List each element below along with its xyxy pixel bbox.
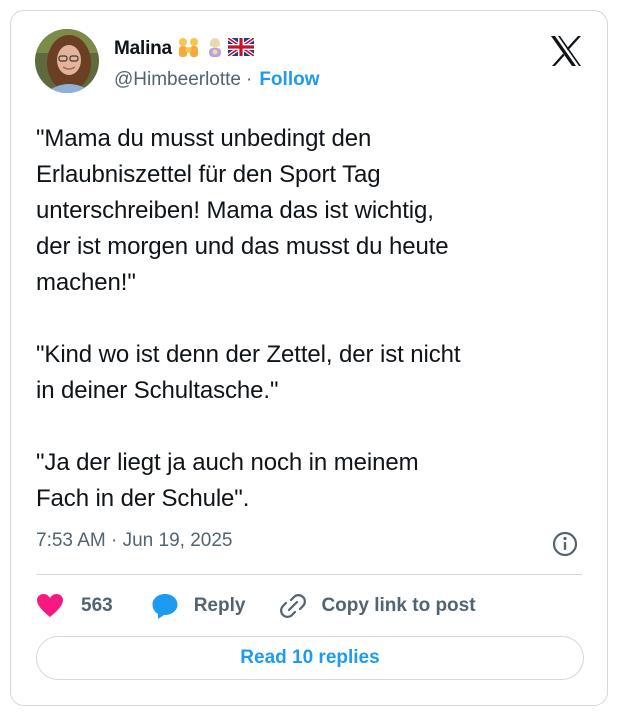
- info-icon[interactable]: [551, 530, 579, 558]
- read-replies-button[interactable]: Read 10 replies: [36, 636, 584, 680]
- x-logo-icon[interactable]: [549, 35, 583, 67]
- like-button[interactable]: 563: [36, 593, 113, 619]
- tweet-text: "Mama du musst unbedingt den Erlaubnisze…: [36, 125, 461, 512]
- speech-bubble-icon: [151, 592, 179, 620]
- action-bar: 563 Reply Copy link to post: [36, 589, 476, 623]
- read-replies-label: Read 10 replies: [240, 647, 380, 668]
- family-emoji-icon: [176, 36, 202, 63]
- name-emojis: [176, 35, 256, 63]
- author-name-row[interactable]: Malina: [114, 35, 256, 63]
- follow-button[interactable]: Follow: [259, 69, 319, 91]
- author-name[interactable]: Malina: [114, 38, 172, 60]
- link-icon: [279, 592, 307, 620]
- uk-flag-icon: [226, 35, 256, 61]
- copy-link-button[interactable]: Copy link to post: [279, 592, 476, 620]
- avatar[interactable]: [35, 29, 99, 93]
- copy-link-label: Copy link to post: [321, 595, 476, 616]
- like-count: 563: [81, 595, 113, 616]
- reply-button[interactable]: Reply: [151, 592, 246, 620]
- handle-row: @Himbeerlotte · Follow: [114, 69, 319, 91]
- tweet-timestamp[interactable]: 7:53 AM · Jun 19, 2025: [36, 530, 232, 552]
- author-handle[interactable]: @Himbeerlotte: [114, 69, 241, 91]
- woman-emoji-icon: [204, 36, 226, 63]
- divider: [36, 574, 582, 575]
- tweet-card: Malina @Himbeerlotte · Follow "Mama du m…: [10, 10, 608, 706]
- reply-label: Reply: [193, 595, 246, 616]
- heart-icon: [36, 593, 64, 619]
- handle-separator: ·: [246, 69, 253, 90]
